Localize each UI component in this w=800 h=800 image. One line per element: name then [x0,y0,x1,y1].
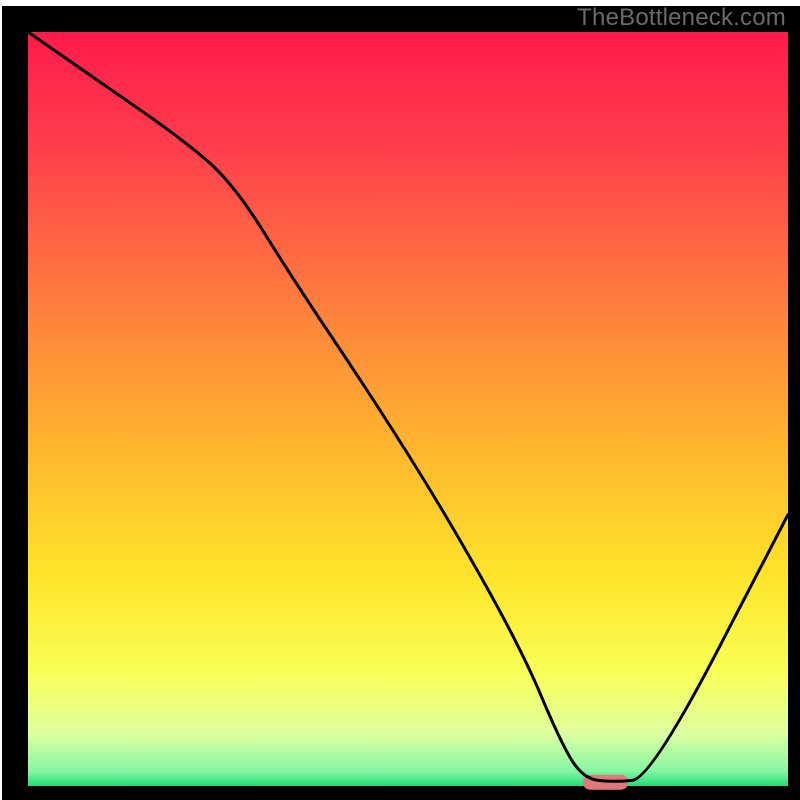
gradient-background [28,32,788,786]
plot-area [15,19,800,799]
watermark-text: TheBottleneck.com [577,4,786,32]
bottleneck-curve-chart [0,0,800,800]
chart-container: TheBottleneck.com [0,0,800,800]
